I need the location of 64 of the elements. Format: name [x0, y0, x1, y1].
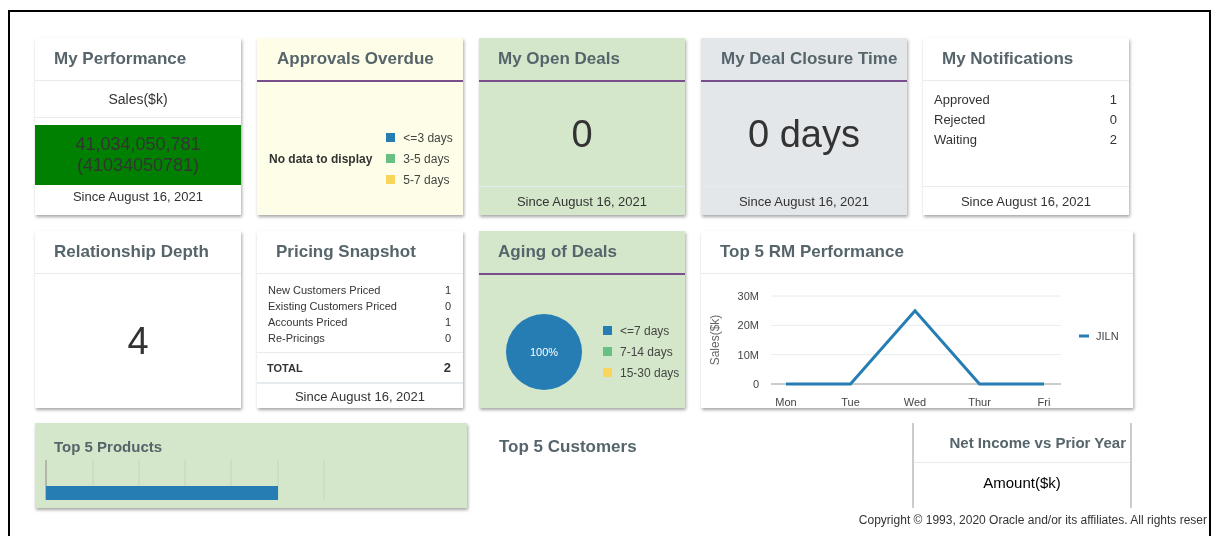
total-value: 2: [443, 360, 451, 376]
since-date: Since August 16, 2021: [479, 186, 685, 215]
legend-swatch: [603, 368, 612, 377]
tick-label: 0: [752, 378, 759, 390]
data-label: 100%: [529, 345, 559, 358]
card-title: Top 5 Products: [54, 438, 164, 455]
copyright-text: Copyright © 1993, 2020 Oracle and/or its affiliates. All rights reser: [858, 513, 1207, 527]
card-title: Top 5 RM Performance: [720, 242, 904, 262]
metric-value: 0 days: [748, 112, 860, 156]
card-title: My Notifications: [942, 49, 1074, 69]
legend-label: 3-5 days: [403, 151, 450, 166]
row-value: 1: [444, 315, 451, 330]
card-title: Approvals Overdue: [277, 49, 434, 69]
card-title: My Performance: [54, 49, 187, 69]
card-title: My Deal Closure Time: [721, 49, 898, 69]
legend-label: 5-7 days: [403, 172, 450, 187]
tick-label: Tue: [841, 396, 860, 408]
tick-label: Mon: [775, 396, 797, 408]
axis-label: Sales($k): [708, 314, 722, 366]
row-label: Waiting: [934, 131, 977, 149]
total-label: TOTAL: [267, 361, 303, 374]
row-value: 0: [444, 299, 451, 314]
metric-label: Amount($k): [982, 472, 1062, 493]
legend-swatch: [603, 326, 612, 335]
metric-value: 4: [127, 319, 149, 363]
tick-label: Fri: [1037, 396, 1051, 408]
tick-label: 20M: [737, 319, 759, 332]
since-date: Since August 16, 2021: [923, 186, 1129, 215]
legend-line: [1079, 334, 1089, 338]
tick-label: 30M: [737, 290, 759, 302]
row-value: 0: [1109, 111, 1117, 129]
row-label: Existing Customers Priced: [268, 299, 397, 314]
tick-label: 10M: [737, 348, 759, 361]
card-title: Net Income vs Prior Year: [949, 434, 1126, 451]
legend-label: <=3 days: [403, 130, 453, 145]
row-label: Rejected: [934, 111, 986, 129]
row-value: 1: [1109, 91, 1117, 109]
row-label: New Customers Priced: [268, 283, 381, 298]
no-data-message: No data to display: [269, 151, 373, 166]
row-value: 0: [444, 331, 451, 346]
legend-label: 7-14 days: [620, 344, 673, 359]
card-title: Relationship Depth: [54, 242, 209, 262]
row-label: Approved: [934, 91, 990, 109]
legend-label: 15-30 days: [620, 365, 680, 380]
row-value: 1: [444, 283, 451, 298]
legend-swatch: [603, 347, 612, 356]
tick-label: Thur: [968, 396, 991, 408]
since-date: Since August 16, 2021: [701, 186, 907, 215]
row-value: 2: [1109, 131, 1117, 149]
since-date: Since August 16, 2021: [71, 187, 205, 206]
metric-label: Sales($k): [35, 81, 241, 118]
card-title: Pricing Snapshot: [276, 242, 416, 262]
card-title: My Open Deals: [498, 49, 620, 69]
legend-label: <=7 days: [620, 323, 670, 338]
amount-value: 41,034,050,781: [75, 134, 201, 155]
tick-label: Wed: [903, 396, 927, 408]
metric-value: 0: [571, 112, 593, 156]
card-title: Aging of Deals: [498, 242, 617, 262]
amount-raw: (41034050781): [76, 155, 200, 176]
legend-label: JILN: [1096, 330, 1119, 342]
since-date: Since August 16, 2021: [257, 383, 463, 408]
card-title: Top 5 Customers: [499, 437, 637, 456]
row-label: Accounts Priced: [268, 315, 348, 330]
row-label: Re-Pricings: [268, 331, 325, 346]
